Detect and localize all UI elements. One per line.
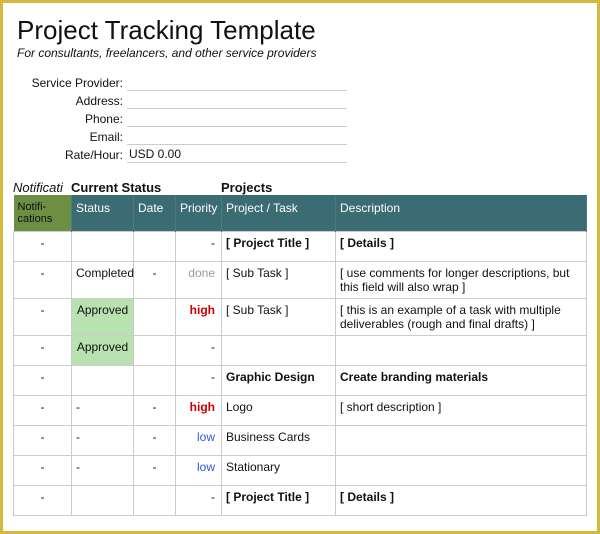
cell-priority[interactable]: done	[176, 262, 222, 299]
cell-date[interactable]: -	[134, 456, 176, 486]
cell-notification[interactable]: -	[14, 426, 72, 456]
cell-date[interactable]	[134, 232, 176, 262]
table-row: ---highLogo[ short description ]	[14, 396, 587, 426]
cell-status[interactable]: -	[72, 396, 134, 426]
field-rate[interactable]: USD 0.00	[127, 147, 347, 163]
col-description: Description	[336, 195, 587, 232]
cell-status[interactable]: -	[72, 426, 134, 456]
cell-task[interactable]: [ Project Title ]	[222, 486, 336, 516]
cell-description[interactable]: [ short description ]	[336, 396, 587, 426]
provider-info-block: Service Provider: Address: Phone: Email:…	[17, 74, 587, 164]
label-address: Address:	[17, 94, 127, 108]
cell-priority[interactable]: low	[176, 426, 222, 456]
label-email: Email:	[17, 130, 127, 144]
cell-task[interactable]: [ Sub Task ]	[222, 262, 336, 299]
field-address[interactable]	[127, 93, 347, 109]
cell-description[interactable]	[336, 336, 587, 366]
cell-status[interactable]	[72, 366, 134, 396]
info-row-address: Address:	[17, 92, 587, 110]
cell-notification[interactable]: -	[14, 336, 72, 366]
cell-task[interactable]: [ Project Title ]	[222, 232, 336, 262]
cell-notification[interactable]: -	[14, 299, 72, 336]
cell-priority[interactable]: -	[176, 366, 222, 396]
label-phone: Phone:	[17, 112, 127, 126]
section-projects: Projects	[221, 180, 272, 195]
page-subtitle: For consultants, freelancers, and other …	[17, 46, 587, 60]
cell-description[interactable]	[336, 456, 587, 486]
table-row: -Approved-	[14, 336, 587, 366]
cell-date[interactable]	[134, 299, 176, 336]
page-title: Project Tracking Template	[17, 15, 587, 46]
col-date: Date	[134, 195, 176, 232]
table-row: --[ Project Title ][ Details ]	[14, 486, 587, 516]
cell-priority[interactable]: low	[176, 456, 222, 486]
cell-notification[interactable]: -	[14, 486, 72, 516]
col-notifications: Notifi-cations	[14, 195, 72, 232]
table-row: ---lowBusiness Cards	[14, 426, 587, 456]
table-header-row: Notifi-cations Status Date Priority Proj…	[14, 195, 587, 232]
table-row: ---lowStationary	[14, 456, 587, 486]
cell-date[interactable]: -	[134, 262, 176, 299]
field-phone[interactable]	[127, 111, 347, 127]
projects-table: Notifi-cations Status Date Priority Proj…	[13, 195, 587, 516]
section-labels: Notificati Current Status Projects	[13, 180, 587, 195]
cell-date[interactable]: -	[134, 396, 176, 426]
section-current-status: Current Status	[71, 180, 221, 195]
cell-status[interactable]: Approved	[72, 299, 134, 336]
cell-description[interactable]	[336, 426, 587, 456]
cell-notification[interactable]: -	[14, 366, 72, 396]
table-row: -Approved high[ Sub Task ][ this is an ex…	[14, 299, 587, 336]
col-priority: Priority	[176, 195, 222, 232]
cell-task[interactable]: Graphic Design	[222, 366, 336, 396]
cell-task[interactable]: Logo	[222, 396, 336, 426]
cell-status[interactable]	[72, 486, 134, 516]
cell-task[interactable]: Stationary	[222, 456, 336, 486]
cell-priority[interactable]: -	[176, 232, 222, 262]
cell-description[interactable]: [ Details ]	[336, 232, 587, 262]
info-row-email: Email:	[17, 128, 587, 146]
cell-description[interactable]: [ use comments for longer descriptions, …	[336, 262, 587, 299]
cell-status[interactable]	[72, 232, 134, 262]
cell-task[interactable]: [ Sub Task ]	[222, 299, 336, 336]
cell-priority[interactable]: high	[176, 299, 222, 336]
label-provider: Service Provider:	[17, 76, 127, 90]
field-email[interactable]	[127, 129, 347, 145]
cell-date[interactable]	[134, 336, 176, 366]
col-project-task: Project / Task	[222, 195, 336, 232]
cell-notification[interactable]: -	[14, 232, 72, 262]
info-row-phone: Phone:	[17, 110, 587, 128]
field-provider[interactable]	[127, 75, 347, 91]
cell-notification[interactable]: -	[14, 396, 72, 426]
cell-priority[interactable]: -	[176, 336, 222, 366]
cell-status[interactable]: Approved	[72, 336, 134, 366]
info-row-rate: Rate/Hour: USD 0.00	[17, 146, 587, 164]
section-notifications: Notificati	[13, 180, 71, 195]
cell-task[interactable]: Business Cards	[222, 426, 336, 456]
cell-task[interactable]	[222, 336, 336, 366]
cell-date[interactable]: -	[134, 426, 176, 456]
info-row-provider: Service Provider:	[17, 74, 587, 92]
cell-description[interactable]: [ this is an example of a task with mult…	[336, 299, 587, 336]
cell-date[interactable]	[134, 366, 176, 396]
table-row: --Graphic DesignCreate branding material…	[14, 366, 587, 396]
col-status: Status	[72, 195, 134, 232]
label-rate: Rate/Hour:	[17, 148, 127, 162]
cell-description[interactable]: [ Details ]	[336, 486, 587, 516]
cell-status[interactable]: -	[72, 456, 134, 486]
cell-priority[interactable]: high	[176, 396, 222, 426]
cell-description[interactable]: Create branding materials	[336, 366, 587, 396]
cell-notification[interactable]: -	[14, 456, 72, 486]
cell-priority[interactable]: -	[176, 486, 222, 516]
cell-date[interactable]	[134, 486, 176, 516]
table-row: -Completed-done[ Sub Task ][ use comment…	[14, 262, 587, 299]
table-row: --[ Project Title ][ Details ]	[14, 232, 587, 262]
cell-notification[interactable]: -	[14, 262, 72, 299]
document-frame: Project Tracking Template For consultant…	[0, 0, 600, 534]
cell-status[interactable]: Completed	[72, 262, 134, 299]
